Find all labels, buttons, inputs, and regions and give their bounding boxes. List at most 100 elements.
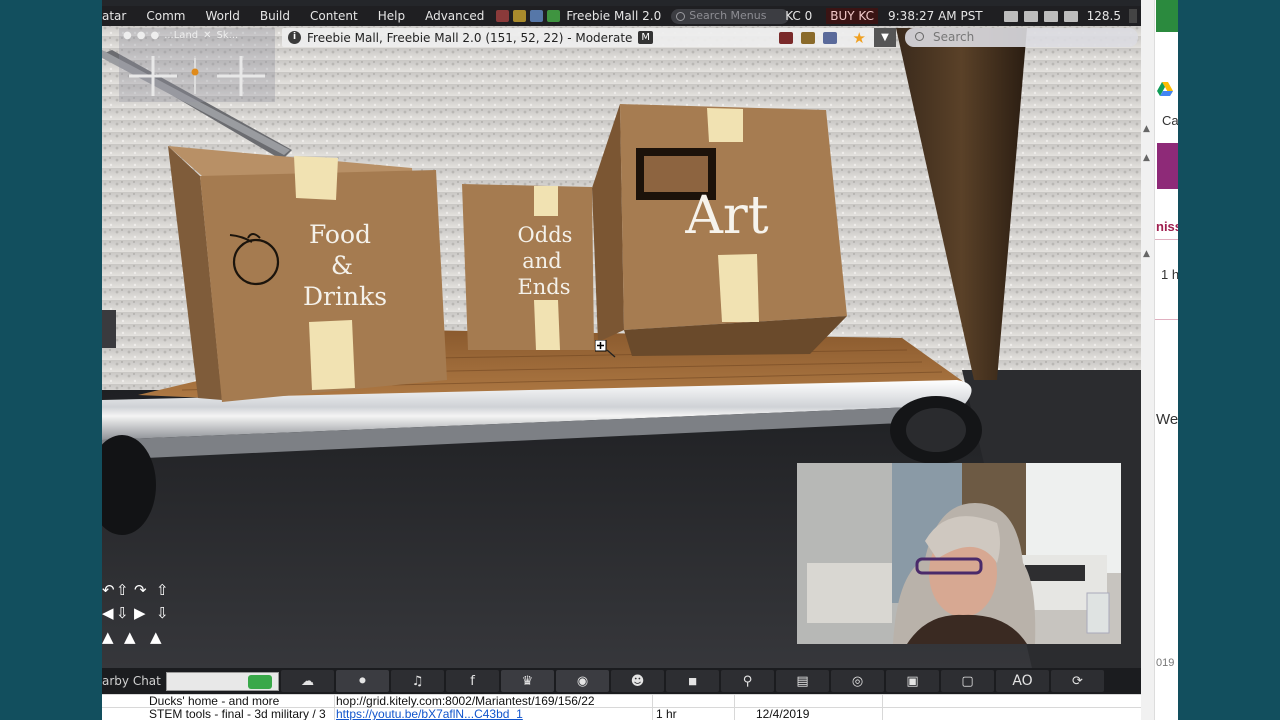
sheet-gridline xyxy=(334,694,335,720)
sheet-cell-link[interactable]: https://youtu.be/bX7aflN...C43bd_1 xyxy=(336,708,536,720)
menu-avatar[interactable]: atar xyxy=(102,9,136,23)
side-panel-tab[interactable] xyxy=(102,310,116,348)
menu-content[interactable]: Content xyxy=(300,9,368,23)
browser-scrollbar[interactable] xyxy=(1141,0,1155,720)
close-icon[interactable]: ✕ xyxy=(203,30,211,41)
toolbar-move-button[interactable]: ♛ xyxy=(501,670,554,692)
toolbar-speak-button[interactable]: ♫ xyxy=(391,670,444,692)
land-icon[interactable] xyxy=(547,10,561,22)
backward-arrow-icon[interactable]: ⇩ xyxy=(116,606,129,621)
search-icon: ⚲ xyxy=(742,673,753,689)
google-drive-icon[interactable] xyxy=(1157,82,1173,96)
nearby-chat-label[interactable]: arby Chat xyxy=(102,674,162,688)
scroll-up-arrow-icon[interactable]: ▲ xyxy=(1143,124,1150,134)
no-build-icon[interactable] xyxy=(800,31,815,44)
menu-comm[interactable]: Comm xyxy=(136,9,195,23)
crouch-down-icon[interactable]: ⇩ xyxy=(156,606,169,621)
gesture-icon[interactable] xyxy=(248,674,272,689)
no-voice-icon[interactable] xyxy=(778,31,793,44)
zoom-slider[interactable] xyxy=(191,54,199,98)
monitor-icon[interactable] xyxy=(1003,10,1018,22)
toolbar-voice-button[interactable]: ⚫ xyxy=(336,670,389,692)
camera-preset-icon[interactable]: ● xyxy=(123,30,132,41)
toolbar-extra-button[interactable]: ⟳ xyxy=(1051,670,1104,692)
chat-input[interactable] xyxy=(166,671,279,691)
toolbar-chat-button[interactable]: ☁ xyxy=(281,670,334,692)
movement-controls[interactable]: ↶ ⇧ ↷ ⇧ ◀ ⇩ ▶ ⇩ ▲ ▲ ▲ xyxy=(102,578,174,648)
buy-currency-button[interactable]: BUY KC xyxy=(826,8,878,24)
sheet-cell-date[interactable]: 12/4/2019 xyxy=(756,708,846,720)
browser-text-fragment: 019 xyxy=(1156,657,1175,669)
menu-search-input[interactable]: Search Menus xyxy=(671,8,790,24)
toolbar-facebook-button[interactable]: f xyxy=(446,670,499,692)
ao-label: AO xyxy=(1012,673,1033,689)
box-food-drinks[interactable]: Food & Drinks xyxy=(168,146,447,402)
media-icon[interactable] xyxy=(1043,10,1058,22)
camera-icon: ▣ xyxy=(906,673,919,689)
favorite-star-icon[interactable]: ★ xyxy=(853,29,866,47)
viewer-menu-bar: atar Comm World Build Content Help Advan… xyxy=(102,6,1141,26)
toolbar-people-button[interactable]: ☻ xyxy=(611,670,664,692)
sheet-cell-link[interactable]: hop://grid.kitely.com:8002/Mariantest/16… xyxy=(336,695,636,708)
toolbar-inventory-button[interactable]: ▢ xyxy=(941,670,994,692)
menu-help[interactable]: Help xyxy=(368,9,415,23)
viewer-window[interactable]: Food & Drinks Odds and Ends Art atar Com… xyxy=(102,0,1141,720)
box-label-line: Odds xyxy=(518,223,573,247)
browser-tab-green[interactable] xyxy=(1156,0,1178,32)
music-icon[interactable] xyxy=(1023,10,1038,22)
menu-advanced[interactable]: Advanced xyxy=(415,9,494,23)
sheet-cell-title[interactable]: Ducks' home - and more xyxy=(149,695,331,708)
info-icon[interactable]: i xyxy=(288,31,301,44)
scroll-up-arrow-icon[interactable]: ▲ xyxy=(1143,153,1150,163)
pan-control-icon[interactable] xyxy=(211,52,271,100)
scripts-icon[interactable] xyxy=(530,10,544,22)
walk-mode-icon[interactable]: ▲ xyxy=(102,630,114,645)
box-label-line: and xyxy=(522,249,562,273)
forward-arrow-icon[interactable]: ⇧ xyxy=(116,583,129,598)
toolbar-minimap-button[interactable]: ◎ xyxy=(831,670,884,692)
camera-preset-icon[interactable]: ● xyxy=(150,30,159,41)
sheet-cell-title[interactable]: STEM tools - final - 3d military / 3 xyxy=(149,708,333,720)
turn-right-icon[interactable]: ↷ xyxy=(134,583,147,598)
menu-build[interactable]: Build xyxy=(250,9,300,23)
box-odds-ends[interactable]: Odds and Ends xyxy=(462,184,594,350)
currency-balance: KC 0 xyxy=(785,9,813,23)
volume-icon[interactable] xyxy=(1063,10,1078,22)
chevron-down-icon[interactable]: ▼ xyxy=(874,28,896,47)
background-browser-window[interactable]: ▲ ▲ ▲ Ca niss 1 h We 019 xyxy=(1141,0,1178,720)
run-mode-icon[interactable]: ▲ xyxy=(124,630,136,645)
sheet-gridline xyxy=(882,694,883,720)
browser-thumbnail xyxy=(1157,143,1178,189)
fly-mode-icon[interactable]: ▲ xyxy=(150,630,162,645)
turn-left-icon[interactable]: ↶ xyxy=(102,583,115,598)
camera-controls[interactable]: ● ● ● ...Land ✕ Sk... xyxy=(119,28,275,102)
jump-up-icon[interactable]: ⇧ xyxy=(156,583,169,598)
search-field[interactable]: Search xyxy=(905,28,1138,47)
toolbar-view-button[interactable]: ◉ xyxy=(556,670,609,692)
location-text[interactable]: Freebie Mall, Freebie Mall 2.0 (151, 52,… xyxy=(307,31,632,45)
sheet-cell-duration[interactable]: 1 hr xyxy=(656,708,716,720)
strafe-left-icon[interactable]: ◀ xyxy=(102,606,114,621)
strafe-right-icon[interactable]: ▶ xyxy=(134,606,146,621)
headphones-icon: ♫ xyxy=(411,673,424,689)
microphone-icon: ⚫ xyxy=(357,673,368,689)
no-voice-icon[interactable] xyxy=(496,10,510,22)
box-art[interactable]: Art xyxy=(592,104,847,356)
camera-preset-icon[interactable]: ● xyxy=(137,30,146,41)
toolbar-map-button[interactable]: ▤ xyxy=(776,670,829,692)
no-scripts-icon[interactable] xyxy=(822,31,837,44)
orbit-control-icon[interactable] xyxy=(123,52,183,100)
region-name[interactable]: Freebie Mall 2.0 xyxy=(566,9,661,23)
build-icon[interactable] xyxy=(513,10,527,22)
toolbar-appearance-button[interactable]: ◾ xyxy=(666,670,719,692)
browser-text-fragment: niss xyxy=(1156,219,1178,234)
toolbar-snapshot-button[interactable]: ▣ xyxy=(886,670,939,692)
eye-icon: ◉ xyxy=(576,673,589,689)
location-bar[interactable]: i Freebie Mall, Freebie Mall 2.0 (151, 5… xyxy=(282,28,896,47)
scroll-up-arrow-icon[interactable]: ▲ xyxy=(1143,249,1150,259)
toolbar-ao-button[interactable]: AO xyxy=(996,670,1049,692)
webcam-overlay xyxy=(797,463,1121,644)
shirt-icon: ◾ xyxy=(687,673,698,689)
menu-world[interactable]: World xyxy=(195,9,249,23)
toolbar-search-button[interactable]: ⚲ xyxy=(721,670,774,692)
